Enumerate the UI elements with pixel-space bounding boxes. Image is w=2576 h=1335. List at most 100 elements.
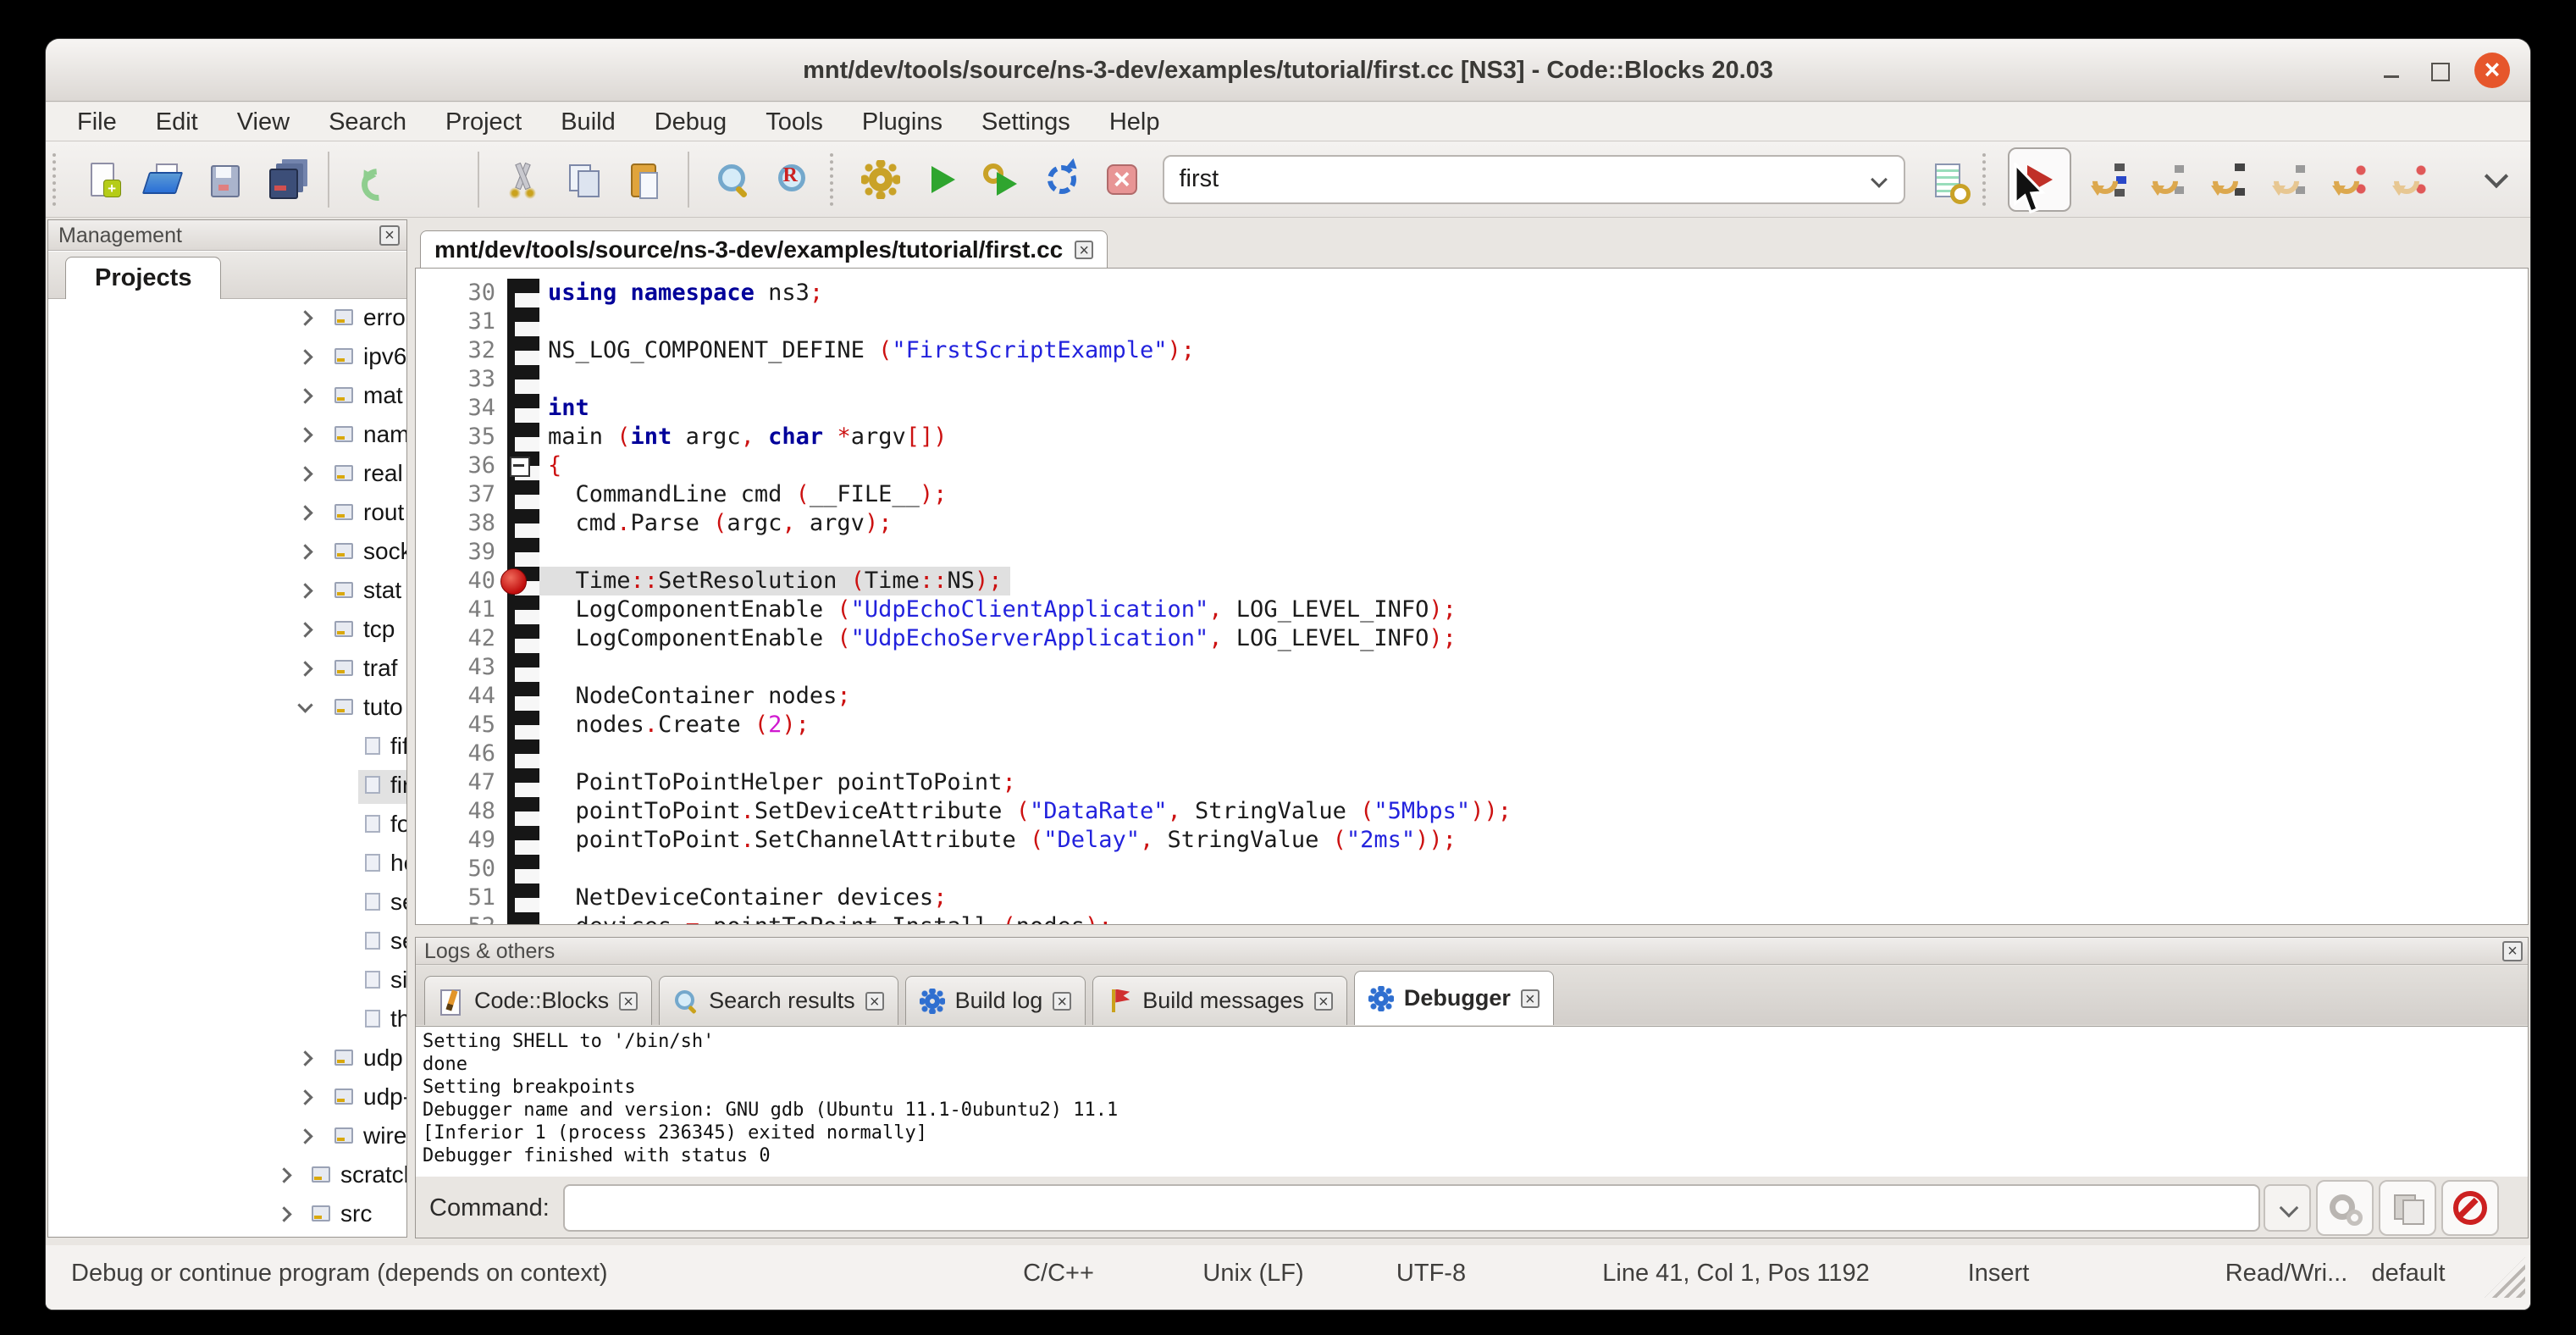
paste-button[interactable] bbox=[619, 155, 667, 204]
line-number[interactable]: 48 bbox=[416, 797, 507, 826]
tree-item-mat[interactable]: mat bbox=[48, 378, 406, 417]
line-number[interactable]: 42 bbox=[416, 624, 507, 653]
line-number[interactable]: 43 bbox=[416, 653, 507, 682]
tree-item-tuto[interactable]: tuto bbox=[48, 690, 406, 728]
chevron-collapsed-icon[interactable] bbox=[297, 427, 312, 442]
abort-build-button[interactable] bbox=[1097, 155, 1146, 204]
line-number[interactable]: 36 bbox=[416, 451, 507, 480]
copy-button[interactable] bbox=[559, 155, 607, 204]
tree-item-wire[interactable]: wire bbox=[48, 1118, 406, 1157]
tree-item-he[interactable]: he bbox=[48, 845, 406, 884]
menu-project[interactable]: Project bbox=[426, 102, 541, 141]
run-to-cursor-button[interactable] bbox=[2082, 155, 2131, 204]
line-number[interactable]: 38 bbox=[416, 509, 507, 538]
tree-item-stat[interactable]: stat bbox=[48, 573, 406, 612]
find-and-replace-button[interactable] bbox=[769, 155, 817, 204]
chevron-expanded-icon[interactable] bbox=[297, 697, 312, 712]
log-tab-close-icon[interactable] bbox=[1521, 989, 1540, 1008]
log-tab-close-icon[interactable] bbox=[865, 992, 884, 1011]
tree-item-fir[interactable]: fir bbox=[48, 767, 406, 806]
menu-help[interactable]: Help bbox=[1090, 102, 1180, 141]
chevron-collapsed-icon[interactable] bbox=[297, 466, 312, 481]
log-tab-debugger[interactable]: Debugger bbox=[1354, 971, 1554, 1025]
chevron-collapsed-icon[interactable] bbox=[297, 1089, 312, 1105]
find-button[interactable] bbox=[709, 155, 757, 204]
redo-button[interactable] bbox=[409, 155, 457, 204]
tree-item-sock[interactable]: sock bbox=[48, 534, 406, 573]
chevron-collapsed-icon[interactable] bbox=[297, 661, 312, 676]
menu-edit[interactable]: Edit bbox=[136, 102, 218, 141]
menu-plugins[interactable]: Plugins bbox=[843, 102, 962, 141]
debugger-output[interactable]: Setting SHELL to '/bin/sh'doneSetting br… bbox=[416, 1026, 2528, 1177]
editor-tab-first-cc[interactable]: mnt/dev/tools/source/ns-3-dev/examples/t… bbox=[420, 230, 1108, 268]
next-line-button[interactable] bbox=[2143, 155, 2192, 204]
line-number[interactable]: 50 bbox=[416, 855, 507, 884]
maximize-button[interactable] bbox=[2427, 58, 2452, 83]
tree-item-rout[interactable]: rout bbox=[48, 495, 406, 534]
tab-projects[interactable]: Projects bbox=[65, 257, 221, 299]
log-tab-close-icon[interactable] bbox=[619, 992, 638, 1011]
line-number[interactable]: 52 bbox=[416, 912, 507, 925]
debug-tools-button[interactable] bbox=[2316, 1180, 2374, 1236]
build-target-options-button[interactable] bbox=[1921, 155, 1970, 204]
stop-debugger-button[interactable] bbox=[2441, 1180, 2499, 1236]
menu-build[interactable]: Build bbox=[541, 102, 635, 141]
log-tab-search-results[interactable]: Search results bbox=[659, 976, 898, 1025]
chevron-collapsed-icon[interactable] bbox=[297, 388, 312, 403]
line-number[interactable]: 37 bbox=[416, 480, 507, 509]
new-file-button[interactable] bbox=[79, 155, 127, 204]
editor-tab-close-icon[interactable] bbox=[1075, 241, 1093, 259]
titlebar[interactable]: mnt/dev/tools/source/ns-3-dev/examples/t… bbox=[46, 39, 2530, 102]
rebuild-button[interactable] bbox=[1037, 155, 1086, 204]
resize-grip[interactable] bbox=[2485, 1257, 2525, 1298]
open-file-button[interactable] bbox=[139, 155, 187, 204]
build-button[interactable] bbox=[856, 155, 904, 204]
line-number[interactable]: 32 bbox=[416, 336, 507, 365]
toolbar-overflow-icon[interactable] bbox=[2485, 163, 2508, 187]
chevron-collapsed-icon[interactable] bbox=[297, 583, 312, 598]
line-number[interactable]: 47 bbox=[416, 768, 507, 797]
chevron-collapsed-icon[interactable] bbox=[297, 1128, 312, 1144]
build-target-select[interactable]: first bbox=[1163, 155, 1905, 204]
command-history-dropdown-icon[interactable] bbox=[2264, 1184, 2311, 1232]
line-number[interactable]: 45 bbox=[416, 711, 507, 740]
cut-button[interactable] bbox=[499, 155, 547, 204]
chevron-collapsed-icon[interactable] bbox=[297, 544, 312, 559]
menu-view[interactable]: View bbox=[218, 102, 309, 141]
chevron-collapsed-icon[interactable] bbox=[297, 505, 312, 520]
log-tab-code-blocks[interactable]: Code::Blocks bbox=[424, 976, 652, 1025]
line-number[interactable]: 44 bbox=[416, 682, 507, 711]
menu-debug[interactable]: Debug bbox=[635, 102, 746, 141]
line-number[interactable]: 51 bbox=[416, 884, 507, 912]
tree-item-src[interactable]: src bbox=[48, 1196, 406, 1235]
logs-close-icon[interactable] bbox=[2502, 941, 2523, 961]
log-tab-build-log[interactable]: Build log bbox=[905, 976, 1086, 1025]
line-number[interactable]: 30 bbox=[416, 279, 507, 307]
minimize-button[interactable] bbox=[2380, 58, 2405, 83]
tree-item-se[interactable]: se bbox=[48, 923, 406, 962]
step-out-button[interactable] bbox=[2264, 155, 2312, 204]
chevron-collapsed-icon[interactable] bbox=[297, 349, 312, 364]
tree-item-nam[interactable]: nam bbox=[48, 417, 406, 456]
menu-tools[interactable]: Tools bbox=[746, 102, 843, 141]
tree-item-traf[interactable]: traf bbox=[48, 651, 406, 690]
tree-item-udp-[interactable]: udp- bbox=[48, 1079, 406, 1118]
management-close-icon[interactable] bbox=[379, 225, 400, 246]
save-all-files-button[interactable] bbox=[260, 155, 308, 204]
tree-item-scratch[interactable]: scratch bbox=[48, 1157, 406, 1196]
tree-item-th[interactable]: th bbox=[48, 1001, 406, 1040]
tree-item-real[interactable]: real bbox=[48, 456, 406, 495]
chevron-collapsed-icon[interactable] bbox=[276, 1206, 291, 1221]
tree-item-fif[interactable]: fif bbox=[48, 728, 406, 767]
build-and-run-button[interactable] bbox=[977, 155, 1025, 204]
save-file-button[interactable] bbox=[200, 155, 248, 204]
toolbar-gripper[interactable] bbox=[830, 153, 838, 206]
chevron-collapsed-icon[interactable] bbox=[297, 1050, 312, 1066]
line-number[interactable]: 34 bbox=[416, 394, 507, 423]
toolbar-gripper[interactable] bbox=[1982, 153, 1991, 206]
code-area[interactable]: 30using namespace ns3;3132NS_LOG_COMPONE… bbox=[415, 268, 2529, 925]
line-number[interactable]: 35 bbox=[416, 423, 507, 451]
log-tab-build-messages[interactable]: Build messages bbox=[1092, 976, 1347, 1025]
copy-log-button[interactable] bbox=[2379, 1180, 2436, 1236]
line-number[interactable]: 40 bbox=[416, 567, 507, 595]
